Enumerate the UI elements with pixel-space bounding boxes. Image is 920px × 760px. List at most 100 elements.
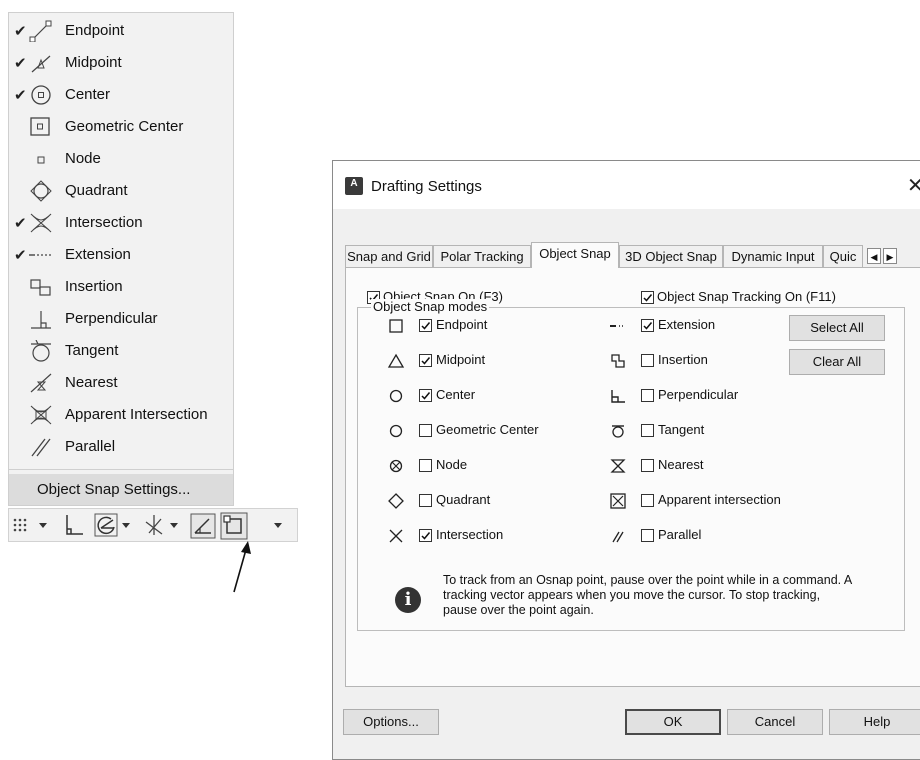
dialog-title: Drafting Settings	[371, 178, 482, 195]
perpendicular-checkbox[interactable]	[641, 389, 654, 402]
ok-button[interactable]: OK	[625, 709, 721, 735]
tab-object-snap[interactable]: Object Snap	[531, 242, 619, 268]
tab-3d-object-snap[interactable]: 3D Object Snap	[619, 245, 723, 267]
menu-item-label: Intersection	[65, 214, 143, 231]
help-button[interactable]: Help	[829, 709, 920, 735]
parallel-label: Parallel	[658, 527, 702, 542]
menu-item-perpendicular[interactable]: Perpendicular	[9, 304, 233, 335]
intersection-checkbox[interactable]	[419, 529, 432, 542]
select-all-button[interactable]: Select All	[789, 315, 885, 341]
endpoint-marker-icon	[387, 317, 405, 335]
menu-item-label: Nearest	[65, 374, 118, 391]
checkmark-icon: ✔	[14, 55, 27, 72]
perpendicular-label: Perpendicular	[658, 387, 739, 402]
menu-item-label: Extension	[65, 246, 131, 263]
parallel-checkbox[interactable]	[641, 529, 654, 542]
menu-item-label: Geometric Center	[65, 118, 184, 135]
object-snap-dropdown-icon[interactable]	[271, 509, 287, 541]
nearest-icon	[29, 372, 55, 394]
menu-item-center[interactable]: ✔ Center	[9, 80, 233, 111]
extension-checkbox[interactable]	[641, 319, 654, 332]
intersection-marker-icon	[387, 527, 405, 545]
isodraft-icon[interactable]	[141, 509, 167, 541]
grid-dropdown-icon[interactable]	[36, 509, 52, 541]
menu-item-label: Apparent Intersection	[65, 406, 208, 423]
quadrant-checkbox[interactable]	[419, 494, 432, 507]
menu-item-extension[interactable]: ✔ Extension	[9, 240, 233, 271]
apparent-intersection-icon	[29, 404, 55, 426]
node-checkbox[interactable]	[419, 459, 432, 472]
menu-item-node[interactable]: Node	[9, 144, 233, 175]
title-bar: A Drafting Settings ✕	[333, 161, 920, 209]
menu-item-quadrant[interactable]: Quadrant	[9, 176, 233, 207]
menu-item-geometric-center[interactable]: Geometric Center	[9, 112, 233, 143]
midpoint-marker-icon	[387, 352, 405, 370]
options-button[interactable]: Options...	[343, 709, 439, 735]
tab-polar-tracking[interactable]: Polar Tracking	[433, 245, 531, 267]
grid-icon[interactable]	[9, 509, 39, 541]
nearest-marker-icon	[609, 457, 627, 475]
insertion-icon	[29, 276, 55, 298]
apparent-intersection-checkbox[interactable]	[641, 494, 654, 507]
apparent-intersection-label: Apparent intersection	[658, 492, 781, 507]
info-text: To track from an Osnap point, pause over…	[443, 573, 852, 617]
menu-item-label: Node	[65, 150, 101, 167]
menu-item-insertion[interactable]: Insertion	[9, 272, 233, 303]
apparent-intersection-marker-icon	[609, 492, 627, 510]
midpoint-checkbox[interactable]	[419, 354, 432, 367]
polar-tracking-icon[interactable]	[93, 509, 119, 541]
clear-all-button[interactable]: Clear All	[789, 349, 885, 375]
close-icon[interactable]: ✕	[907, 173, 920, 198]
tangent-marker-icon	[609, 422, 627, 440]
geometric-center-checkbox[interactable]	[419, 424, 432, 437]
menu-item-tangent[interactable]: Tangent	[9, 336, 233, 367]
object-snap-tracking-icon[interactable]	[189, 509, 217, 541]
node-icon	[29, 148, 55, 170]
object-snap-tracking-checkbox[interactable]	[641, 291, 654, 304]
tab-snap-and-grid[interactable]: Snap and Grid	[345, 245, 433, 267]
center-icon	[29, 84, 55, 106]
status-bar	[8, 508, 298, 542]
menu-item-parallel[interactable]: Parallel	[9, 432, 233, 463]
tab-quick-properties[interactable]: Quic	[823, 245, 863, 267]
node-label: Node	[436, 457, 468, 472]
menu-item-label: Perpendicular	[65, 310, 158, 327]
intersection-icon	[29, 212, 55, 234]
tab-dynamic-input[interactable]: Dynamic Input	[723, 245, 823, 267]
isodraft-dropdown-icon[interactable]	[167, 509, 183, 541]
geometric-center-label: Geometric Center	[436, 422, 539, 437]
nearest-label: Nearest	[658, 457, 704, 472]
menu-item-label: Endpoint	[65, 22, 125, 39]
polar-dropdown-icon[interactable]	[119, 509, 135, 541]
object-snap-tracking-label: Object Snap Tracking On (F11)	[657, 289, 836, 304]
nearest-checkbox[interactable]	[641, 459, 654, 472]
menu-item-label: Center	[65, 86, 111, 103]
menu-item-midpoint[interactable]: ✔ Midpoint	[9, 48, 233, 79]
node-marker-icon	[387, 457, 405, 475]
menu-item-endpoint[interactable]: ✔ Endpoint	[9, 16, 233, 47]
object-snap-settings-item[interactable]: Object Snap Settings...	[9, 474, 233, 505]
cancel-button[interactable]: Cancel	[727, 709, 823, 735]
pointer-arrow-icon	[233, 541, 251, 593]
extension-label: Extension	[658, 317, 716, 332]
intersection-label: Intersection	[436, 527, 504, 542]
object-snap-icon[interactable]	[219, 509, 249, 541]
drafting-settings-dialog: A Drafting Settings ✕ Snap and Grid Pola…	[332, 160, 920, 760]
center-checkbox[interactable]	[419, 389, 432, 402]
checkmark-icon: ✔	[14, 215, 27, 232]
menu-item-nearest[interactable]: Nearest	[9, 368, 233, 399]
ortho-icon[interactable]	[61, 509, 87, 541]
menu-item-intersection[interactable]: ✔ Intersection	[9, 208, 233, 239]
menu-item-apparent-intersection[interactable]: Apparent Intersection	[9, 400, 233, 431]
tangent-checkbox[interactable]	[641, 424, 654, 437]
insertion-checkbox[interactable]	[641, 354, 654, 367]
menu-item-label: Midpoint	[65, 54, 122, 71]
menu-item-label: Insertion	[65, 278, 123, 295]
geometric-center-icon	[29, 116, 55, 138]
checkmark-icon: ✔	[14, 247, 27, 264]
geometric-center-marker-icon	[387, 422, 405, 440]
tab-scroll-right-icon[interactable]: ▶	[883, 248, 897, 264]
tab-scroll-left-icon[interactable]: ◀	[867, 248, 881, 264]
endpoint-checkbox[interactable]	[419, 319, 432, 332]
parallel-marker-icon	[609, 527, 627, 545]
